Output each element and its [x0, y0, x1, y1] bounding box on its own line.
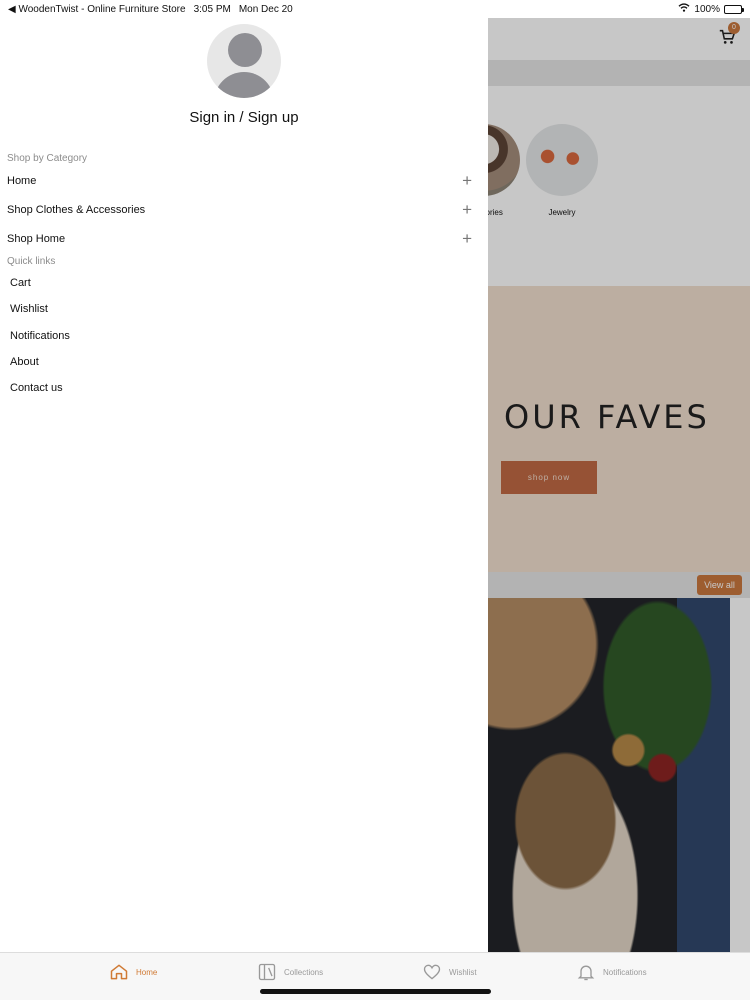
tab-label: Home [136, 967, 158, 977]
quick-link-cart[interactable]: Cart [10, 277, 31, 289]
status-bar-right: 100% [678, 3, 744, 15]
expand-plus-icon[interactable]: + [462, 229, 472, 249]
drawer-overlay[interactable] [488, 18, 750, 952]
status-date: Mon Dec 20 [238, 3, 293, 15]
category-item-label: Shop Home [7, 233, 66, 245]
battery-icon [724, 4, 744, 14]
home-indicator[interactable] [260, 989, 491, 994]
avatar-body [214, 72, 274, 98]
wifi-icon [678, 3, 690, 15]
avatar-head [228, 33, 262, 67]
tab-collections[interactable]: Collections [257, 962, 323, 982]
tab-wishlist[interactable]: Wishlist [422, 962, 477, 982]
back-to-app-link[interactable]: ◀ WoodenTwist - Online Furniture Store [8, 4, 186, 15]
quick-link-notifications[interactable]: Notifications [10, 330, 70, 342]
bell-icon [577, 965, 595, 981]
shop-by-category-heading: Shop by Category [7, 153, 88, 164]
quick-link-contact-us[interactable]: Contact us [10, 382, 63, 394]
tab-label: Collections [284, 967, 324, 977]
quick-links-heading: Quick links [7, 256, 56, 267]
tab-home[interactable]: Home [109, 962, 157, 982]
drawer-category-home[interactable]: Home + [7, 171, 472, 191]
heart-icon [423, 964, 441, 980]
expand-plus-icon[interactable]: + [462, 200, 472, 220]
sign-in-sign-up-link[interactable]: Sign in / Sign up [0, 109, 488, 126]
quick-link-wishlist[interactable]: Wishlist [10, 303, 48, 315]
tab-label: Notifications [603, 967, 647, 977]
expand-plus-icon[interactable]: + [462, 171, 472, 191]
status-bar-left: ◀ WoodenTwist - Online Furniture Store 3… [8, 4, 293, 15]
avatar[interactable] [207, 24, 281, 98]
status-bar: ◀ WoodenTwist - Online Furniture Store 3… [0, 0, 750, 18]
category-item-label: Shop Clothes & Accessories [7, 204, 146, 216]
category-item-label: Home [7, 175, 37, 187]
navigation-drawer: Sign in / Sign up Shop by Category Home … [0, 18, 488, 952]
drawer-category-clothes[interactable]: Shop Clothes & Accessories + [7, 200, 472, 220]
drawer-category-shop-home[interactable]: Shop Home + [7, 229, 472, 249]
quick-link-about[interactable]: About [10, 356, 39, 368]
tab-label: Wishlist [449, 967, 477, 977]
battery-percent: 100% [694, 3, 720, 15]
back-app-name[interactable]: WoodenTwist - Online Furniture Store [18, 4, 185, 15]
collections-icon [258, 963, 276, 981]
tab-notifications[interactable]: Notifications [576, 962, 647, 982]
status-time: 3:05 PM [193, 3, 231, 15]
home-icon [110, 964, 128, 980]
